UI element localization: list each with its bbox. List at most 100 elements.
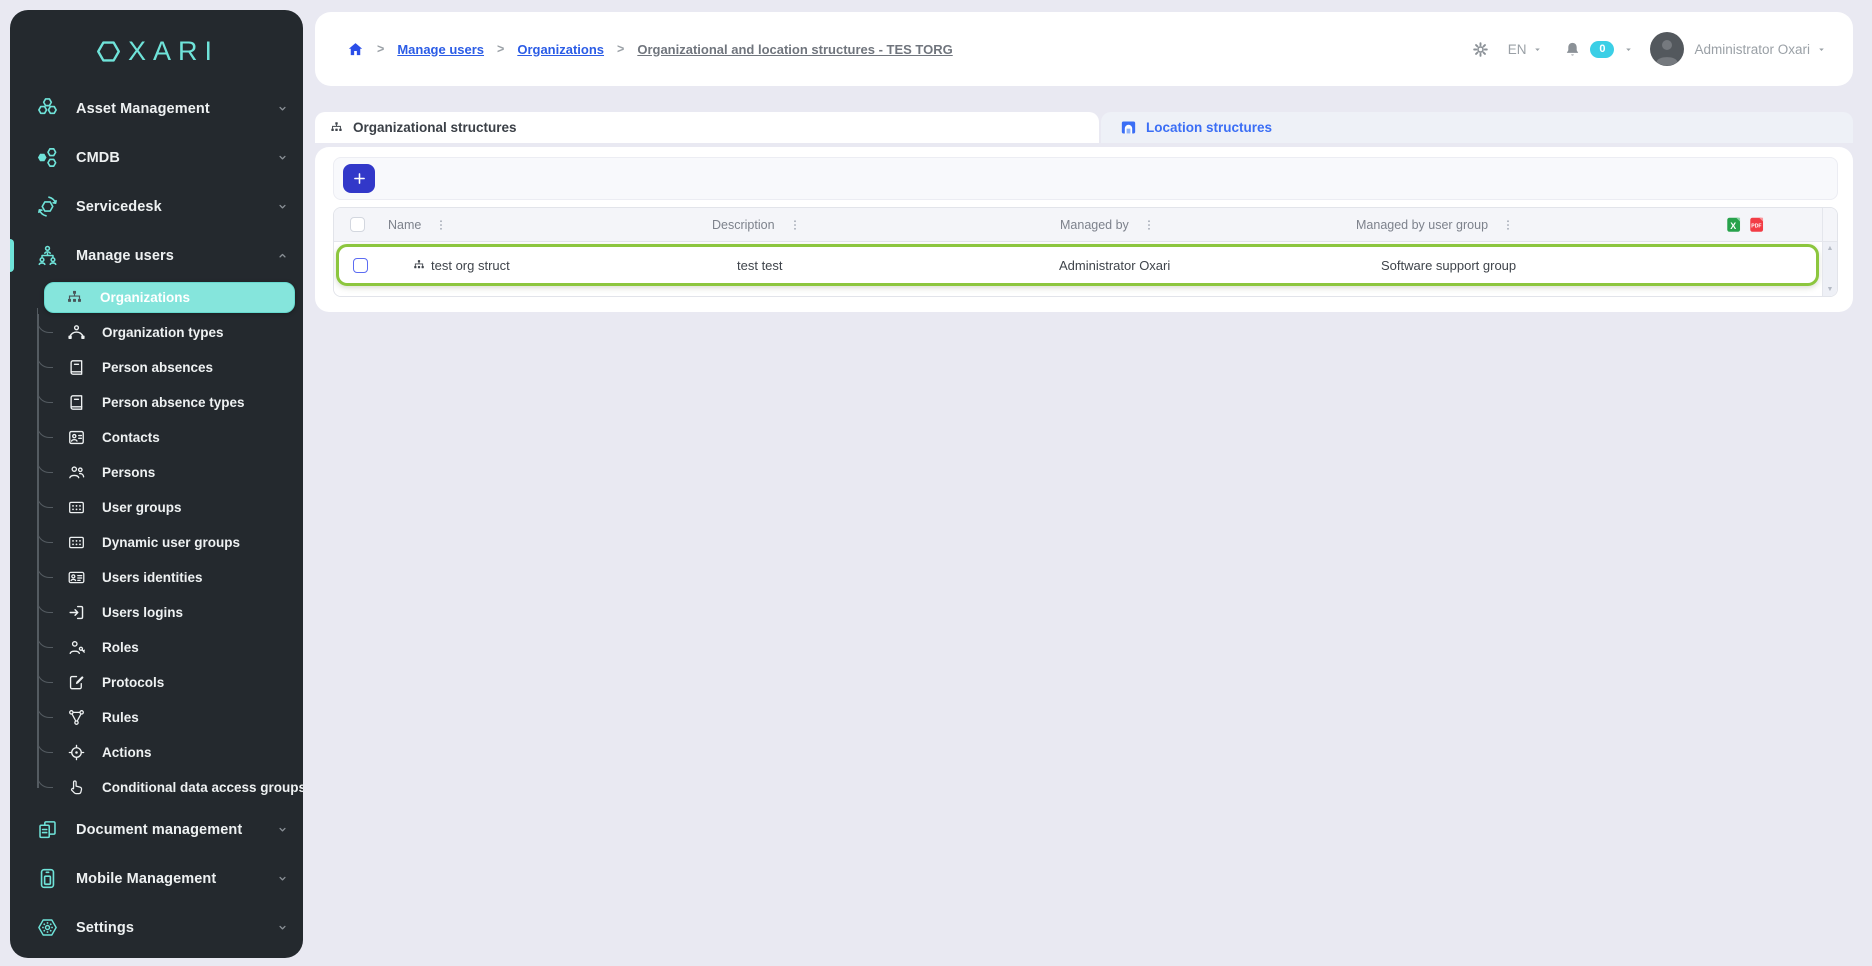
sidebar-item-label: Rules — [102, 710, 139, 725]
sidebar-item-label: Asset Management — [76, 101, 276, 117]
table-body: test org structtest testAdministrator Ox… — [334, 242, 1837, 296]
chevron-down-icon — [276, 823, 289, 836]
sidebar-item-manage-users[interactable]: Manage users — [10, 231, 303, 280]
table-scrollbar[interactable]: ▲ ▼ — [1822, 242, 1837, 296]
row-cell-select — [339, 258, 381, 273]
breadcrumb-item-organizations[interactable]: Organizations — [517, 42, 604, 57]
sidebar-item-label: Dynamic user groups — [102, 535, 240, 550]
gear-icon[interactable] — [1471, 40, 1490, 59]
sidebar-item-document-management[interactable]: Document management — [10, 805, 303, 854]
nodes-icon — [67, 323, 86, 342]
persons-icon — [67, 463, 86, 482]
row-cell-managed-by: Administrator Oxari — [1031, 258, 1341, 273]
sidebar-item-mobile-management[interactable]: Mobile Management — [10, 854, 303, 903]
sidebar-item-label: Servicedesk — [76, 199, 276, 215]
tab-label: Location structures — [1146, 120, 1272, 135]
header-cell-managed-by[interactable]: Managed by — [1030, 218, 1340, 232]
sidebar-item-cmdb[interactable]: CMDB — [10, 133, 303, 182]
sitemap-icon — [329, 120, 344, 135]
avatar[interactable] — [1650, 32, 1684, 66]
sidebar-item-person-absences[interactable]: Person absences — [10, 350, 303, 385]
sidebar-item-label: Person absences — [102, 360, 213, 375]
sidebar-item-label: Organization types — [102, 325, 224, 340]
sidebar-item-settings[interactable]: Settings — [10, 903, 303, 952]
column-menu-icon[interactable] — [434, 218, 448, 232]
sidebar-item-person-absence-types[interactable]: Person absence types — [10, 385, 303, 420]
column-menu-icon[interactable] — [1142, 218, 1156, 232]
caret-down-icon[interactable] — [1623, 44, 1634, 55]
servicedesk-icon — [36, 195, 59, 218]
tablet-icon — [36, 867, 59, 890]
caret-down-icon[interactable] — [1816, 44, 1827, 55]
language-label: EN — [1508, 42, 1527, 57]
top-bar-actions: EN 0 Administrator Oxari — [1471, 32, 1827, 66]
sidebar-item-label: Person absence types — [102, 395, 245, 410]
app-logo[interactable]: XARI — [10, 18, 303, 84]
sidebar-item-organization-types[interactable]: Organization types — [10, 315, 303, 350]
breadcrumb-separator: > — [617, 42, 624, 56]
export-pdf-icon[interactable]: PDF — [1749, 216, 1766, 233]
column-menu-icon[interactable] — [1501, 218, 1515, 232]
table-header: NameDescription Managed by Managed by user… — [334, 208, 1837, 242]
home-icon[interactable] — [347, 41, 364, 58]
chevron-up-icon — [276, 249, 289, 262]
login-icon — [67, 603, 86, 622]
header-cell-name[interactable]: Name — [380, 218, 700, 232]
breadcrumb-item-manage-users[interactable]: Manage users — [397, 42, 484, 57]
notification-badge[interactable]: 0 — [1590, 41, 1614, 58]
sidebar-item-users-logins[interactable]: Users logins — [10, 595, 303, 630]
add-button[interactable] — [343, 164, 375, 193]
tab-organizational-structures[interactable]: Organizational structures — [315, 112, 1099, 143]
row-cell-managed-by-user-group: Software support group — [1341, 258, 1681, 273]
manage-users-icon — [36, 244, 59, 267]
svg-text:X: X — [1730, 221, 1736, 231]
header-cell-select — [334, 217, 380, 232]
target-icon — [67, 743, 86, 762]
sidebar-item-servicedesk[interactable]: Servicedesk — [10, 182, 303, 231]
language-selector[interactable]: EN — [1508, 42, 1544, 57]
sidebar-item-dynamic-user-groups[interactable]: Dynamic user groups — [10, 525, 303, 560]
column-label: Managed by — [1060, 218, 1129, 232]
sitemap-icon — [65, 288, 84, 307]
scroll-down-arrow[interactable]: ▼ — [1827, 286, 1834, 293]
breadcrumb-separator: > — [497, 42, 504, 56]
sidebar-item-label: User groups — [102, 500, 182, 515]
breadcrumb-separator: > — [377, 42, 384, 56]
header-cell-managed-by-user-group[interactable]: Managed by user group — [1340, 218, 1680, 232]
sidebar-item-conditional-data-access-groups[interactable]: Conditional data access groups — [10, 770, 303, 805]
sidebar-item-rules[interactable]: Rules — [10, 700, 303, 735]
sidebar-item-label: Actions — [102, 745, 152, 760]
column-label: Managed by user group — [1356, 218, 1488, 232]
sidebar-item-contacts[interactable]: Contacts — [10, 420, 303, 455]
breadcrumb-item-organizational-and-location-structures-tes-torg: Organizational and location structures -… — [637, 42, 952, 57]
sidebar-item-label: Protocols — [102, 675, 164, 690]
tab-location-structures[interactable]: Location structures — [1101, 112, 1853, 143]
sidebar-item-roles[interactable]: Roles — [10, 630, 303, 665]
sidebar-item-persons[interactable]: Persons — [10, 455, 303, 490]
row-checkbox[interactable] — [353, 258, 368, 273]
sidebar-item-label: Roles — [102, 640, 139, 655]
logo-hexagon-icon — [94, 37, 123, 66]
sidebar-item-users-identities[interactable]: Users identities — [10, 560, 303, 595]
chevron-down-icon — [276, 872, 289, 885]
caret-down-icon — [1532, 44, 1543, 55]
select-all-checkbox[interactable] — [350, 217, 365, 232]
data-table: NameDescription Managed by Managed by user… — [333, 207, 1838, 297]
id-card-icon — [67, 568, 86, 587]
sidebar-item-user-groups[interactable]: User groups — [10, 490, 303, 525]
table-row[interactable]: test org structtest testAdministrator Ox… — [336, 244, 1819, 286]
sidebar-item-asset-management[interactable]: Asset Management — [10, 84, 303, 133]
bell-icon[interactable] — [1563, 40, 1582, 59]
contact-card-icon — [67, 428, 86, 447]
sidebar-item-protocols[interactable]: Protocols — [10, 665, 303, 700]
scroll-up-arrow[interactable]: ▲ — [1827, 245, 1834, 252]
row-name: test org struct — [431, 258, 510, 273]
sidebar-item-organizations[interactable]: Organizations — [44, 282, 295, 313]
sidebar-item-actions[interactable]: Actions — [10, 735, 303, 770]
sidebar-item-label: Mobile Management — [76, 871, 276, 887]
svg-text:PDF: PDF — [1751, 224, 1761, 230]
export-excel-icon[interactable]: X — [1726, 216, 1743, 233]
column-menu-icon[interactable] — [788, 218, 802, 232]
header-cell-description[interactable]: Description — [700, 218, 1030, 232]
gear-hex-icon — [36, 916, 59, 939]
